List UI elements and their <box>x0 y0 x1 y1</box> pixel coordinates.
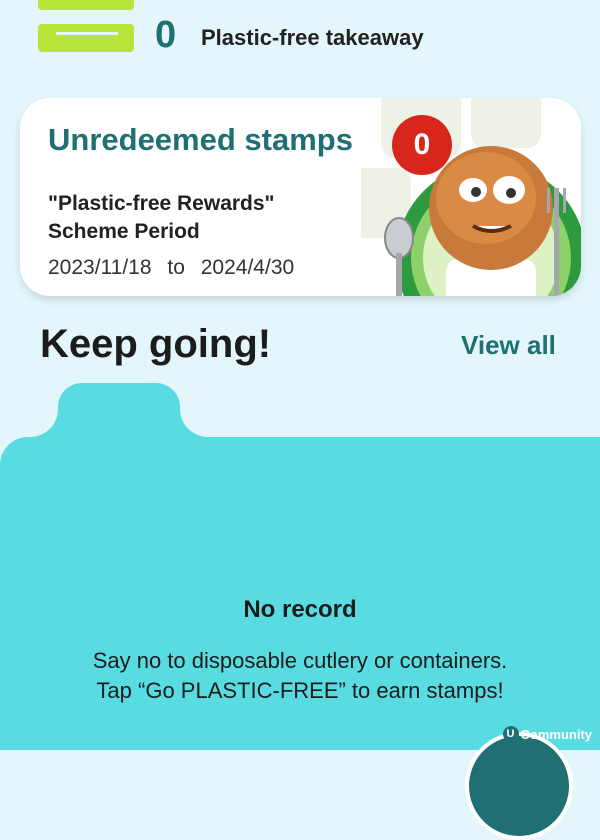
period-to: to <box>167 256 185 279</box>
community-logo-icon: U <box>502 726 519 742</box>
hint-line1: Say no to disposable cutlery or containe… <box>92 648 508 673</box>
tab-corner-right <box>180 409 208 437</box>
stamp-count-badge: 0 <box>392 115 452 175</box>
scheme-name-line1: "Plastic-free Rewards" <box>48 192 275 215</box>
empty-state-title: No record <box>243 596 357 623</box>
plastic-free-label: Plastic-free takeaway <box>201 25 424 50</box>
unredeemed-stamps-card[interactable]: Unredeemed stamps 0 "Plastic-free Reward… <box>20 98 581 296</box>
view-all-link[interactable]: View all <box>461 330 556 361</box>
section-title: Keep going! <box>40 322 272 366</box>
watermark: U Community <box>502 726 593 742</box>
plastic-free-count: 0 <box>155 14 177 56</box>
cutlery-container-icon <box>38 0 134 54</box>
tab-corner-left <box>30 409 58 437</box>
period-end: 2024/4/30 <box>200 256 295 279</box>
scheme-name: "Plastic-free Rewards" Scheme Period <box>48 190 275 246</box>
mascot-icon <box>361 98 581 296</box>
watermark-text: Community <box>520 726 593 742</box>
scheme-period: 2023/11/18 to 2024/4/30 <box>48 256 304 280</box>
empty-state-hint: Say no to disposable cutlery or containe… <box>0 646 600 706</box>
go-plastic-free-button[interactable] <box>465 732 573 840</box>
period-start: 2023/11/18 <box>48 256 152 279</box>
hint-line2: Tap “Go PLASTIC-FREE” to earn stamps! <box>96 678 504 703</box>
card-title: Unredeemed stamps <box>48 122 353 157</box>
scheme-name-line2: Scheme Period <box>48 220 200 243</box>
